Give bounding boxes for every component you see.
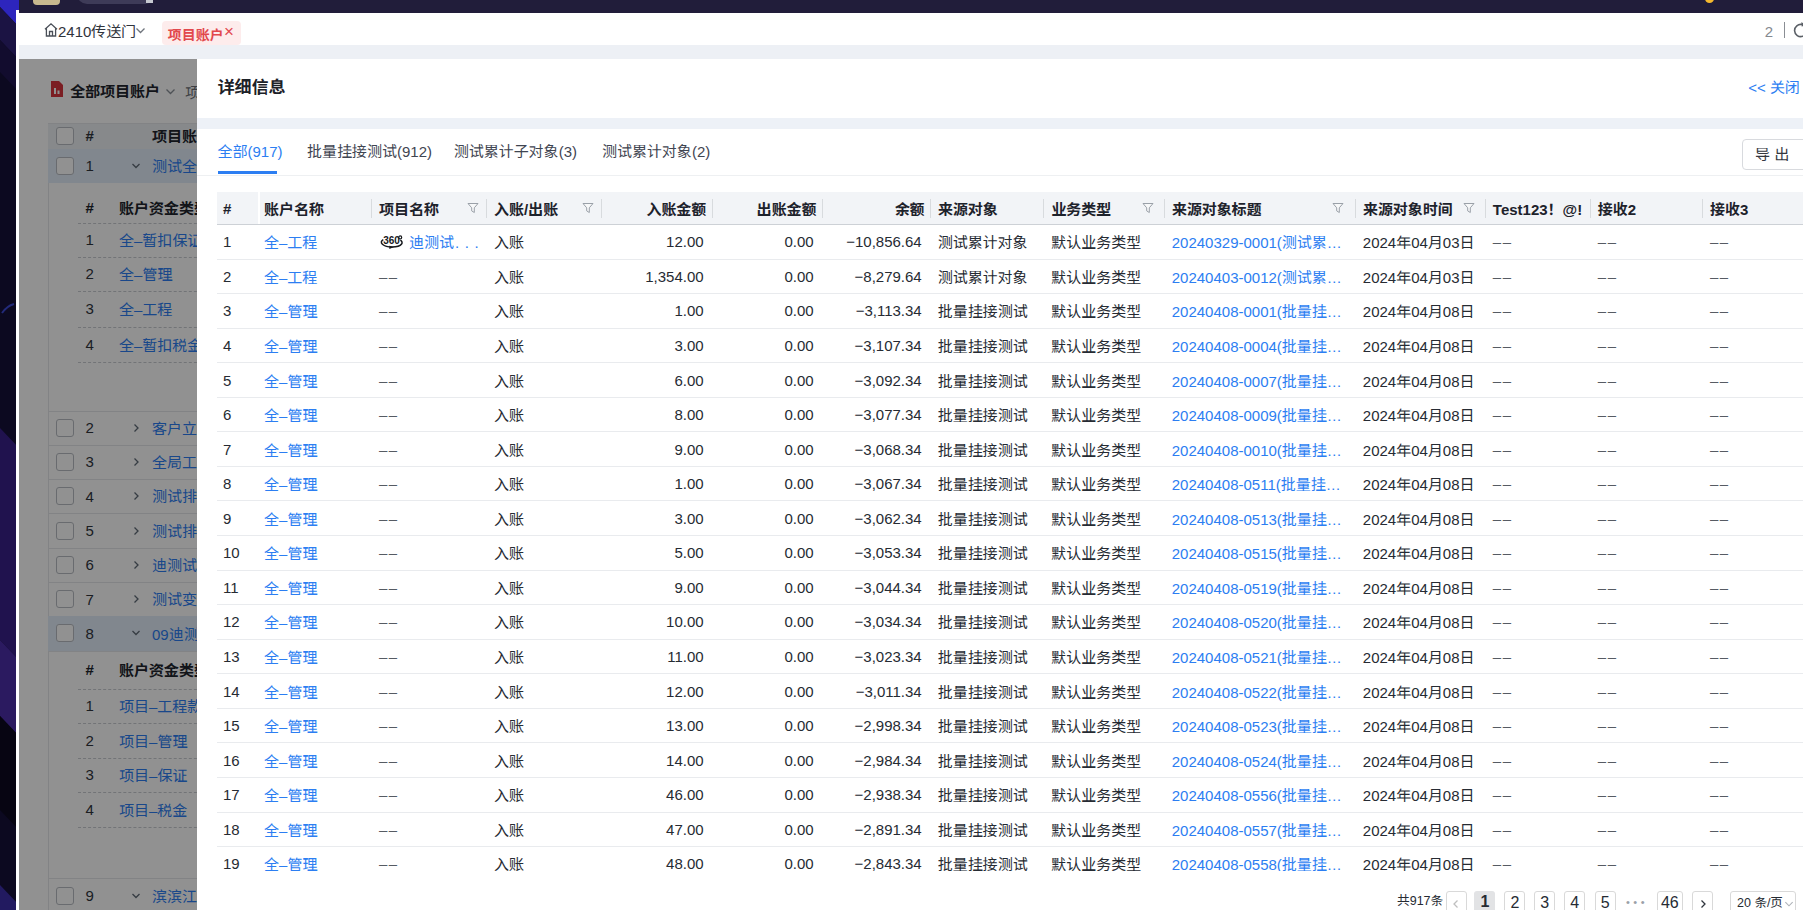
svg-text:360: 360 xyxy=(383,235,400,246)
